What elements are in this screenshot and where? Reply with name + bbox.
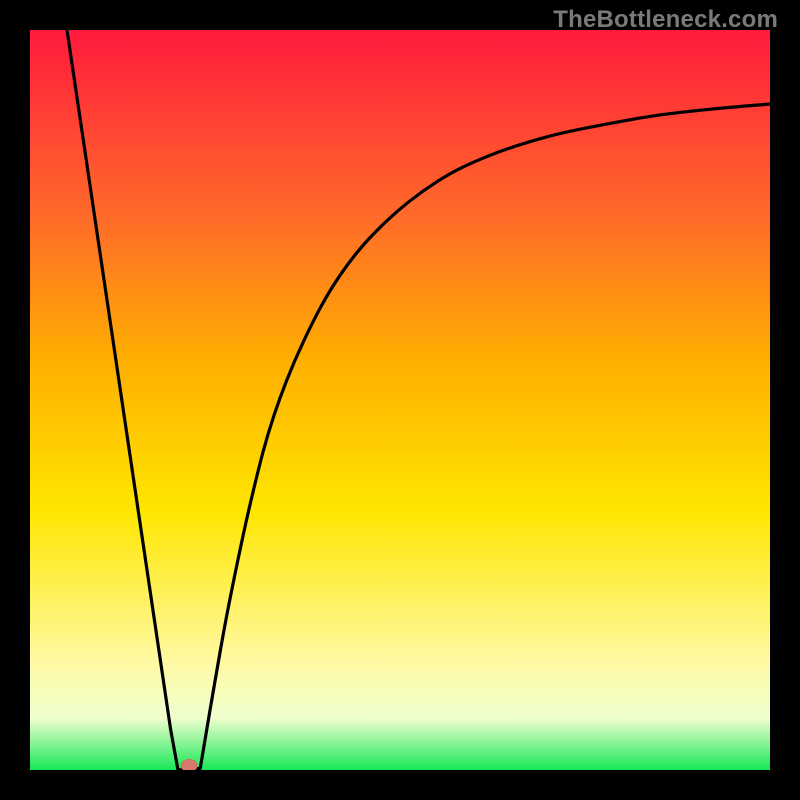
- watermark-text: TheBottleneck.com: [553, 6, 778, 34]
- gradient-background: [30, 30, 770, 770]
- marker-dot: [181, 760, 197, 770]
- chart-plot: [30, 30, 770, 770]
- chart-frame: TheBottleneck.com: [0, 0, 800, 800]
